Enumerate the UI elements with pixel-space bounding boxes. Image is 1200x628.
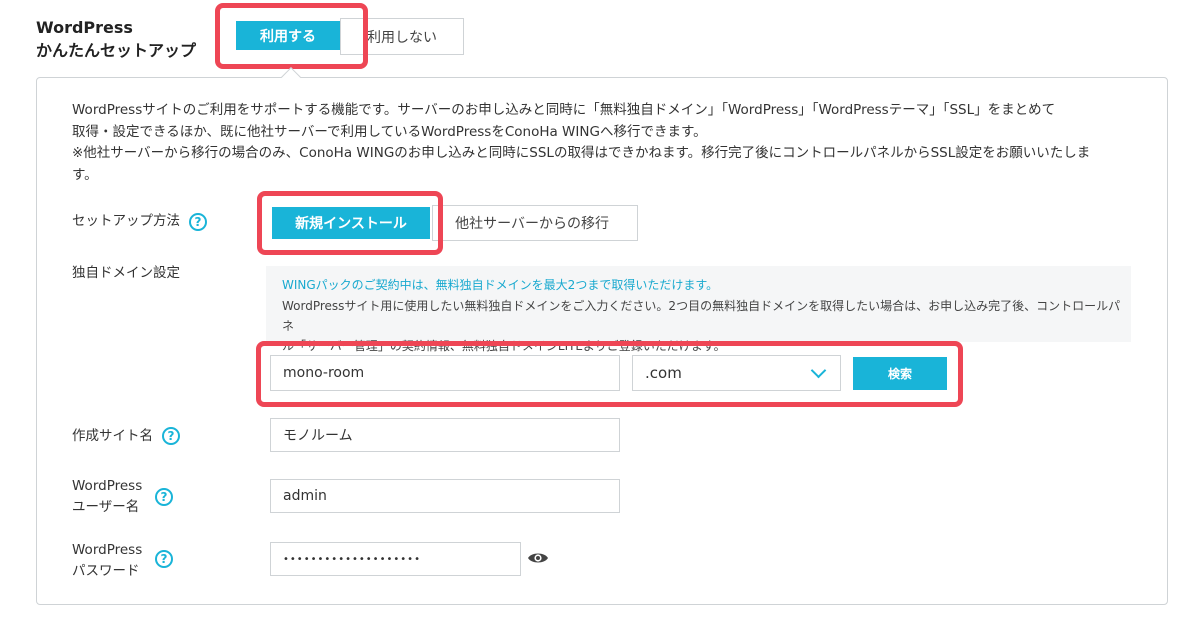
username-input[interactable]: admin: [270, 479, 620, 513]
password-input[interactable]: ••••••••••••••••••••: [270, 542, 521, 576]
question-circle-icon[interactable]: ?: [189, 213, 207, 231]
username-label-line1: WordPress: [72, 478, 143, 494]
username-label: WordPress ユーザー名: [72, 476, 142, 518]
use-button[interactable]: 利用する: [236, 21, 340, 50]
section-title-line2: かんたんセットアップ: [36, 41, 197, 60]
password-label-line2: パスワード: [72, 563, 140, 579]
question-circle-icon[interactable]: ?: [155, 550, 173, 568]
question-circle-icon[interactable]: ?: [162, 427, 180, 445]
chevron-down-icon: [810, 362, 827, 379]
domain-info-highlight: WINGパックのご契約中は、無料独自ドメインを最大2つまで取得いただけます。: [282, 278, 719, 292]
username-label-line2: ユーザー名: [72, 499, 140, 515]
search-button[interactable]: 検索: [853, 357, 947, 390]
setup-method-label: セットアップ方法: [72, 213, 180, 229]
site-name-label: 作成サイト名: [72, 428, 153, 444]
domain-label: 独自ドメイン設定: [72, 265, 180, 281]
section-title: WordPress かんたんセットアップ: [36, 16, 196, 62]
password-label-line1: WordPress: [72, 542, 143, 558]
panel-description: WordPressサイトのご利用をサポートする機能です。サーバーのお申し込みと同…: [72, 102, 1091, 183]
eye-icon[interactable]: [527, 550, 549, 566]
password-label: WordPress パスワード: [72, 540, 142, 582]
section-title-line1: WordPress: [36, 18, 133, 37]
tld-selected-value: .com: [645, 364, 682, 382]
site-name-input[interactable]: モノルーム: [270, 418, 620, 452]
new-install-button[interactable]: 新規インストール: [272, 207, 430, 239]
question-circle-icon[interactable]: ?: [155, 488, 173, 506]
domain-input[interactable]: mono-room: [270, 355, 620, 391]
tld-select[interactable]: .com: [632, 355, 841, 391]
migration-option-button[interactable]: 他社サーバーからの移行: [432, 205, 638, 241]
